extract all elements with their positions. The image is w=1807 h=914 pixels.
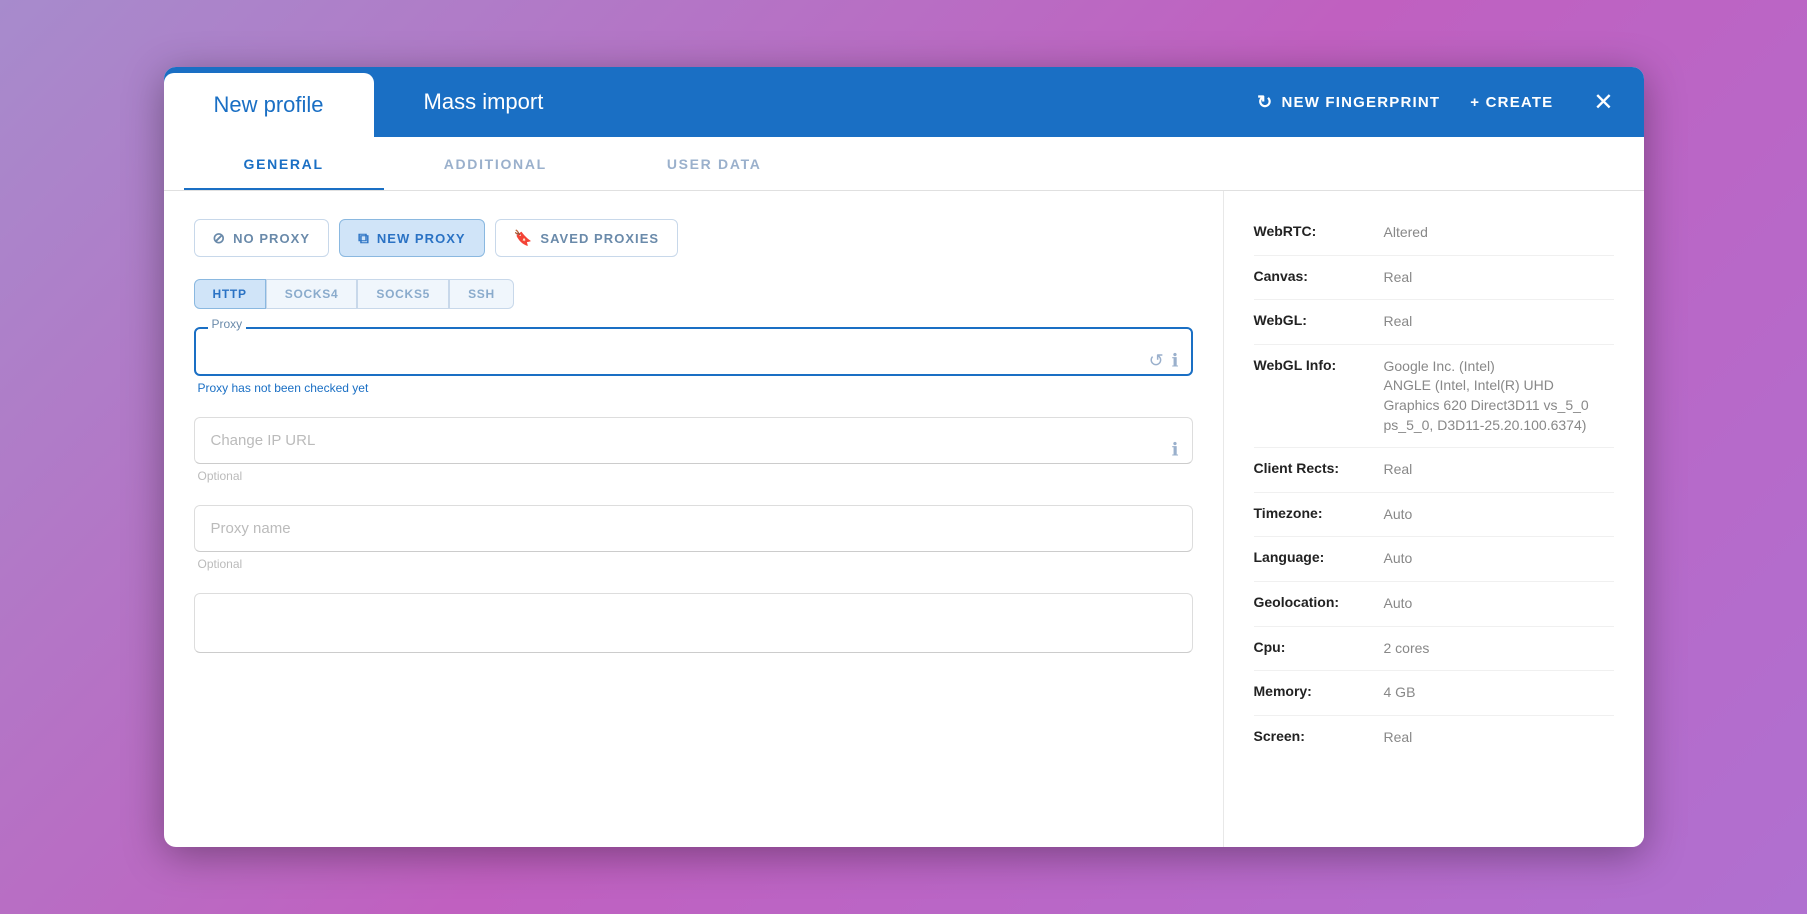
no-proxy-button[interactable]: ⊘ NO PROXY <box>194 219 330 257</box>
protocol-row: HTTP SOCKS4 SOCKS5 SSH <box>194 279 1193 309</box>
fingerprint-value: Altered <box>1384 223 1614 243</box>
proxy-hint: Proxy has not been checked yet <box>194 381 1193 395</box>
change-ip-input[interactable] <box>194 417 1193 464</box>
fingerprint-label: Cpu: <box>1254 639 1384 655</box>
proxy-input[interactable] <box>194 327 1193 376</box>
fingerprint-label: WebRTC: <box>1254 223 1384 239</box>
fingerprint-value: Real <box>1384 460 1614 480</box>
fingerprint-value: Auto <box>1384 505 1614 525</box>
fingerprint-row: Canvas:Real <box>1254 256 1614 301</box>
new-fingerprint-button[interactable]: ↻ NEW FINGERPRINT <box>1257 92 1440 113</box>
fingerprint-value: Google Inc. (Intel) ANGLE (Intel, Intel(… <box>1384 357 1614 435</box>
close-button[interactable]: ✕ <box>1583 88 1623 117</box>
saved-proxies-button[interactable]: 🔖 SAVED PROXIES <box>495 219 678 257</box>
tab-general[interactable]: GENERAL <box>184 137 384 190</box>
info-icon[interactable]: ℹ <box>1172 351 1179 372</box>
fingerprint-row: Memory:4 GB <box>1254 671 1614 716</box>
create-button[interactable]: + CREATE <box>1470 94 1553 111</box>
no-proxy-icon: ⊘ <box>213 229 227 247</box>
fingerprint-row: Client Rects:Real <box>1254 448 1614 493</box>
fingerprint-label: WebGL: <box>1254 312 1384 328</box>
fingerprint-label: Memory: <box>1254 683 1384 699</box>
proxy-field-group: Proxy ↺ ℹ Proxy has not been checked yet <box>194 327 1193 395</box>
fingerprint-value: 2 cores <box>1384 639 1614 659</box>
fingerprint-value: Real <box>1384 728 1614 748</box>
fingerprint-row: WebGL:Real <box>1254 300 1614 345</box>
saved-proxies-icon: 🔖 <box>514 229 534 247</box>
fingerprint-row: Language:Auto <box>1254 537 1614 582</box>
protocol-socks4-button[interactable]: SOCKS4 <box>266 279 358 309</box>
fingerprint-label: Client Rects: <box>1254 460 1384 476</box>
change-ip-field-group: ℹ Optional <box>194 417 1193 483</box>
proxy-name-input[interactable] <box>194 505 1193 552</box>
fingerprint-value: Auto <box>1384 594 1614 614</box>
proxy-label: Proxy <box>208 317 247 331</box>
left-panel: ⊘ NO PROXY ⧉ NEW PROXY 🔖 SAVED PROXIES H… <box>164 191 1224 847</box>
fingerprint-label: Screen: <box>1254 728 1384 744</box>
fingerprint-row: Geolocation:Auto <box>1254 582 1614 627</box>
protocol-ssh-button[interactable]: SSH <box>449 279 514 309</box>
fingerprint-value: 4 GB <box>1384 683 1614 703</box>
refresh-icon[interactable]: ↺ <box>1149 351 1164 372</box>
fingerprint-row: WebGL Info:Google Inc. (Intel) ANGLE (In… <box>1254 345 1614 448</box>
tab-new-profile[interactable]: New profile <box>164 73 374 137</box>
tab-additional[interactable]: ADDITIONAL <box>384 137 607 190</box>
tab-mass-import[interactable]: Mass import <box>374 67 594 137</box>
modal-header: New profile Mass import ↻ NEW FINGERPRIN… <box>164 67 1644 137</box>
fingerprint-icon: ↻ <box>1257 92 1273 113</box>
fingerprint-row: WebRTC:Altered <box>1254 211 1614 256</box>
fingerprint-value: Real <box>1384 312 1614 332</box>
proxy-type-row: ⊘ NO PROXY ⧉ NEW PROXY 🔖 SAVED PROXIES <box>194 219 1193 257</box>
proxy-input-icons: ↺ ℹ <box>1149 351 1179 372</box>
fingerprint-row: Screen:Real <box>1254 716 1614 760</box>
change-ip-optional: Optional <box>194 469 1193 483</box>
extra-field-group <box>194 593 1193 658</box>
extra-textarea[interactable] <box>194 593 1193 653</box>
header-actions: ↻ NEW FINGERPRINT + CREATE ✕ <box>1257 67 1643 137</box>
new-proxy-icon: ⧉ <box>358 230 370 247</box>
fingerprint-label: Timezone: <box>1254 505 1384 521</box>
proxy-name-field-group: Optional <box>194 505 1193 571</box>
right-panel: WebRTC:AlteredCanvas:RealWebGL:RealWebGL… <box>1224 191 1644 847</box>
tab-user-data[interactable]: USER DATA <box>607 137 822 190</box>
new-proxy-button[interactable]: ⧉ NEW PROXY <box>339 219 485 257</box>
fingerprint-label: Geolocation: <box>1254 594 1384 610</box>
change-ip-icons: ℹ <box>1172 440 1179 461</box>
fingerprint-value: Auto <box>1384 549 1614 569</box>
info-icon-change-ip[interactable]: ℹ <box>1172 440 1179 461</box>
protocol-socks5-button[interactable]: SOCKS5 <box>357 279 449 309</box>
fingerprint-label: Language: <box>1254 549 1384 565</box>
sub-tabs: GENERAL ADDITIONAL USER DATA <box>164 137 1644 191</box>
fingerprint-label: WebGL Info: <box>1254 357 1384 373</box>
modal: New profile Mass import ↻ NEW FINGERPRIN… <box>164 67 1644 847</box>
fingerprint-label: Canvas: <box>1254 268 1384 284</box>
proxy-name-optional: Optional <box>194 557 1193 571</box>
fingerprint-value: Real <box>1384 268 1614 288</box>
modal-body: ⊘ NO PROXY ⧉ NEW PROXY 🔖 SAVED PROXIES H… <box>164 191 1644 847</box>
protocol-http-button[interactable]: HTTP <box>194 279 266 309</box>
fingerprint-row: Timezone:Auto <box>1254 493 1614 538</box>
fingerprint-row: Cpu:2 cores <box>1254 627 1614 672</box>
